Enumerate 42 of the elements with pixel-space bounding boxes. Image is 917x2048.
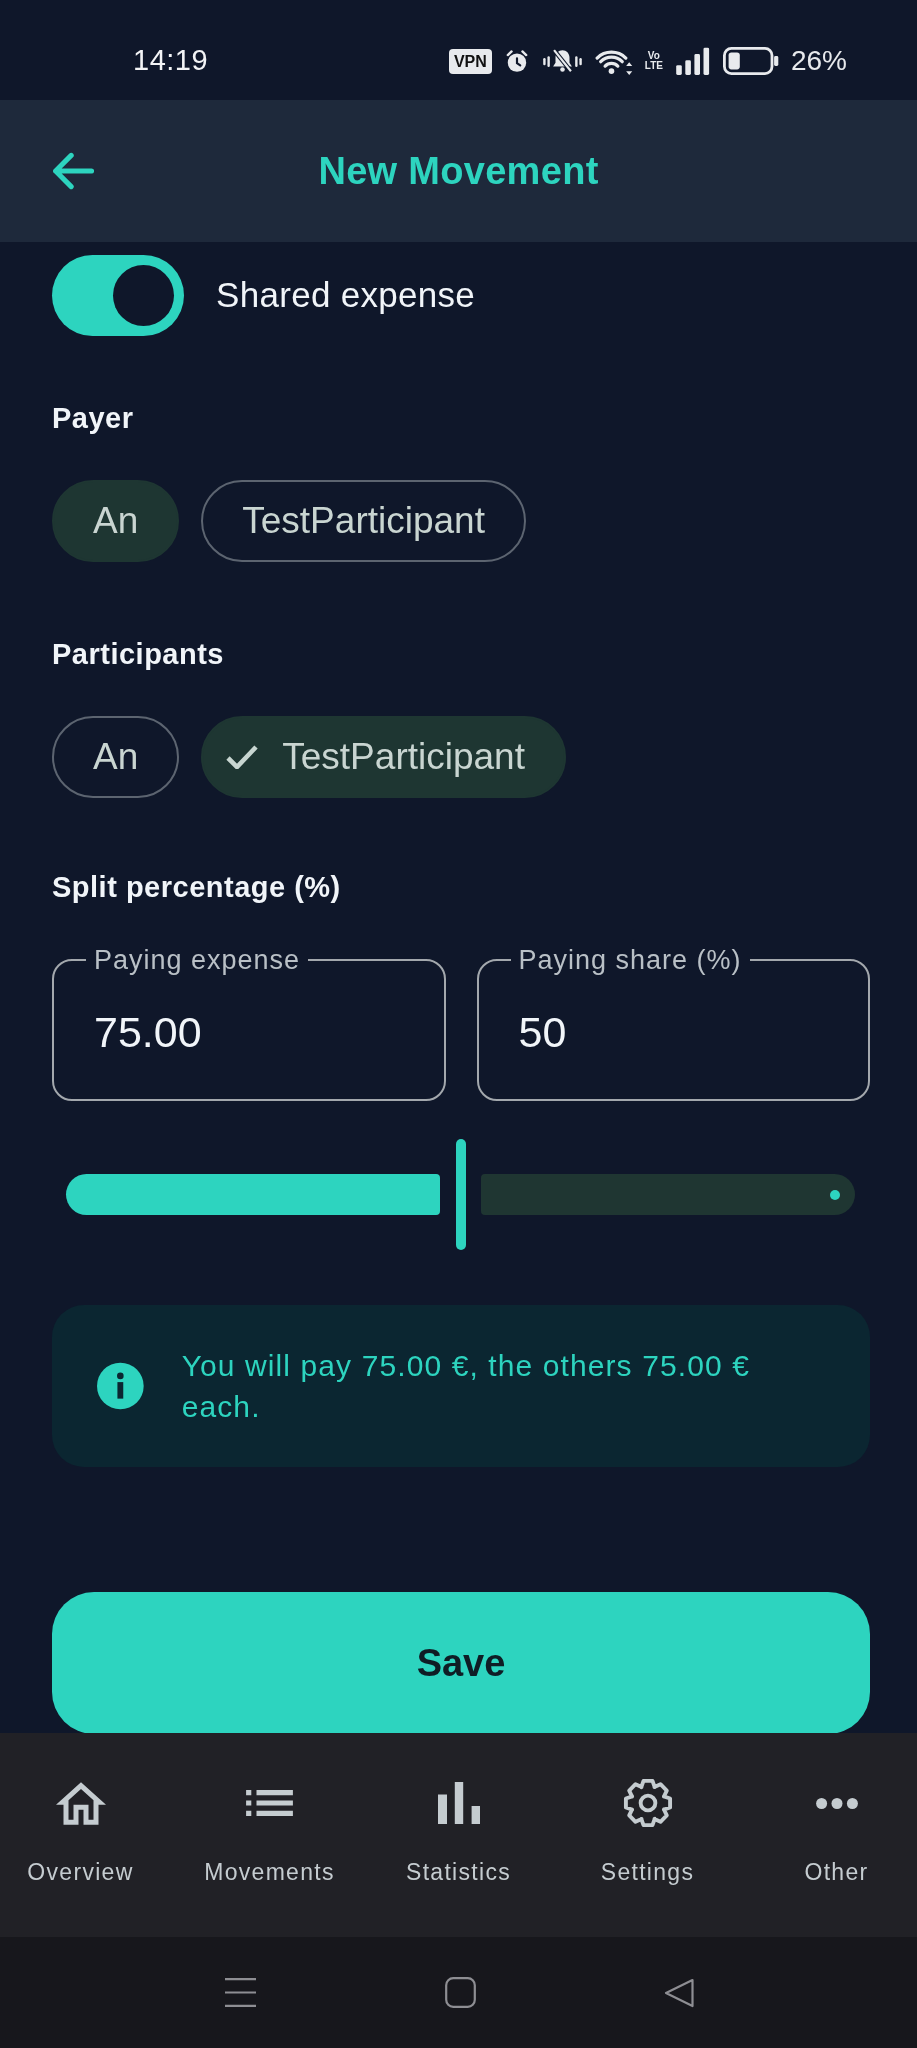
nav-tab[interactable]: Movements (175, 1733, 364, 1886)
signal-icon (674, 47, 711, 75)
list-icon (246, 1790, 293, 1816)
slider-track[interactable] (66, 1139, 855, 1250)
field-label: Paying expense (93, 945, 302, 975)
home-icon (55, 1781, 106, 1825)
section-label: Payer (52, 401, 135, 435)
battery-icon (722, 47, 779, 75)
stop-dot-icon (830, 1189, 840, 1200)
time-text: 14:19 (133, 43, 209, 79)
square-icon[interactable] (444, 1977, 476, 2008)
settings-icon (622, 1778, 673, 1828)
section-label: Split percentage (%) (52, 870, 342, 904)
more-icon (815, 1797, 858, 1809)
info-icon (97, 1362, 144, 1410)
back-icon[interactable] (663, 1977, 694, 2008)
toggle-label: Shared expense (216, 274, 476, 317)
slider-thumb[interactable] (455, 1139, 466, 1250)
field-label: Paying share (%) (517, 945, 743, 975)
participant-chip[interactable]: TestParticipant (201, 716, 566, 798)
text-input[interactable]: 50 (506, 991, 840, 1073)
save-button[interactable]: Save (52, 1592, 870, 1733)
participant-chip[interactable]: An (52, 716, 180, 798)
text-input[interactable]: 75.00 (82, 991, 416, 1073)
network-type-label: LTE (644, 61, 663, 71)
info-text: You will pay 75.00 €, the others 75.00 € each. (181, 1348, 751, 1425)
bell-slash-icon (541, 47, 583, 75)
menu-icon[interactable] (223, 1977, 257, 2008)
back-arrow-icon[interactable] (52, 152, 94, 190)
screen-title: New Movement (318, 148, 599, 194)
section-label: Participants (52, 637, 225, 671)
battery-percent: 26% (790, 44, 847, 78)
nav-tab[interactable]: Statistics (364, 1733, 553, 1886)
nav-tab[interactable]: Overview (0, 1733, 175, 1886)
nav-tab[interactable]: Other (742, 1733, 917, 1886)
nav-tab[interactable]: Settings (553, 1733, 742, 1886)
payer-chip[interactable]: TestParticipant (201, 480, 526, 562)
check-icon (226, 745, 259, 769)
vpn-badge: VPN (448, 48, 492, 74)
bar-chart-icon (437, 1782, 480, 1824)
payer-chip[interactable]: An (52, 480, 180, 562)
network-type-label: Vo (647, 51, 660, 61)
